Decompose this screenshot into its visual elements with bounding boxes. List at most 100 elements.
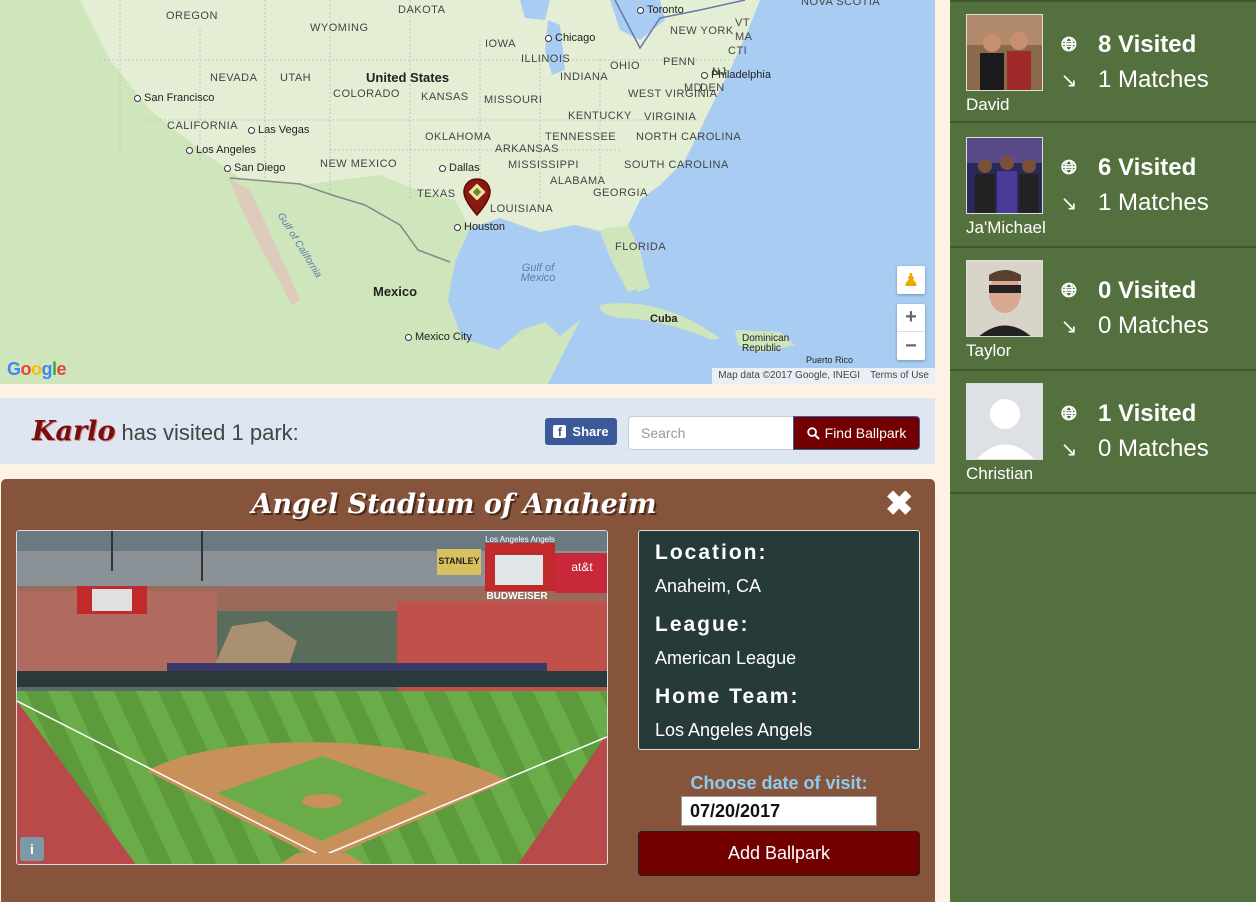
map-label-louisiana: LOUISIANA [490,203,554,215]
home-team-heading: Home Team: [655,685,800,708]
map-city-losangeles: Los Angeles [186,144,256,156]
friend-card[interactable]: Ja'Michael 🌐︎ 6 Visited ↘ 1 Matches [950,125,1256,248]
map-label-texas: TEXAS [417,188,456,200]
close-icon[interactable]: ✖ [885,487,914,521]
map-label-southcarolina: SOUTH CAROLINA [624,159,729,171]
budweiser-sign: BUDWEISER [486,591,548,602]
angels-sign: Los Angeles Angels [485,535,555,544]
visited-count: 1 Visited [1098,400,1197,427]
zoom-out-button[interactable]: − [897,332,925,360]
map-label-penn: PENN [663,56,696,68]
map-label-mexico: Mexico [373,284,418,299]
map-label-nevada: NEVADA [210,72,258,84]
compress-arrows-icon: ↘ [1060,315,1078,338]
google-logo[interactable]: Google [7,359,67,380]
visited-stat: 🌐︎ 6 Visited [1058,154,1196,182]
map-data-credit: Map data ©2017 Google, INEGI [718,370,861,381]
map-city-dallas: Dallas [439,162,480,174]
friend-name: David [966,95,1010,114]
visited-stat: 🌐︎ 1 Visited [1058,400,1196,428]
facebook-share-button[interactable]: f Share [545,418,617,445]
ballpark-photo: STANLEY Los Angeles Angels at&t BUDWEISE… [16,530,608,865]
visit-date-input[interactable] [681,796,877,826]
friend-card[interactable]: Christian 🌐︎ 1 Visited ↘ 0 Matches [950,371,1256,494]
map-label-wyoming: WYOMING [310,22,369,34]
map-label-dakota: DAKOTA [398,4,446,16]
map-label-colorado: COLORADO [333,88,400,100]
map-label-newyork: NEW YORK [670,25,734,37]
friend-card[interactable]: Taylor 🌐︎ 0 Visited ↘ 0 Matches [950,248,1256,371]
photo-info-icon[interactable]: i [20,837,44,861]
map-label-ma: MA [735,31,753,43]
search-icon [806,426,820,440]
league-value: American League [655,648,797,668]
friend-name: Ja'Michael [966,218,1046,237]
map-attribution: Map data ©2017 Google, INEGI Terms of Us… [712,368,935,384]
map-label-us: United States [366,70,450,85]
globe-icon: 🌐︎ [1061,402,1077,425]
visit-summary-banner: Karlohas visited 1 park: f Share Find Ba… [0,398,935,464]
map[interactable]: OREGON WYOMING DAKOTA IOWA NEVADA UTAH C… [0,0,935,384]
avatar[interactable] [966,383,1043,460]
map-city-toronto: Toronto [637,4,684,16]
map-label-cti: CTI [728,45,748,57]
ballpark-search-input[interactable] [628,416,794,450]
map-label-indiana: INDIANA [560,71,609,83]
map-label-cuba: Cuba [650,313,678,325]
compress-arrows-icon: ↘ [1060,69,1078,92]
friend-card[interactable]: David 🌐︎ 8 Visited ↘ 1 Matches [950,0,1256,123]
friend-name: Taylor [966,341,1012,360]
map-label-westvirginia: WEST VIRGINIA [628,88,718,100]
map-city-philadelphia: Philadelphia [701,69,771,81]
globe-icon: 🌐︎ [1061,156,1077,179]
map-label-california: CALIFORNIA [167,120,239,132]
map-label-kansas: KANSAS [421,91,469,103]
location-heading: Location: [655,541,768,564]
map-label-kentucky: KENTUCKY [568,110,632,122]
avatar[interactable] [966,14,1043,91]
map-label-virginia: VIRGINIA [644,111,697,123]
map-label-iowa: IOWA [485,38,516,50]
street-view-pegman-icon[interactable]: ♟ [897,266,925,294]
ballpark-detail-panel: Angel Stadium of Anaheim ✖ STANLEY Los A… [1,479,935,902]
map-label-newmexico: NEW MEXICO [320,158,398,170]
find-ballpark-button[interactable]: Find Ballpark [793,416,920,450]
avatar[interactable] [966,260,1043,337]
map-marker-icon[interactable] [462,177,492,219]
visited-stat: 🌐︎ 0 Visited [1058,277,1196,305]
friend-name: Christian [966,464,1034,483]
matches-stat: ↘ 0 Matches [1058,312,1209,340]
map-label-novascotia: NOVA SCOTIA [801,0,881,8]
map-label-illinois: ILLINOIS [521,53,571,65]
matches-count: 0 Matches [1098,312,1209,339]
friends-sidebar: David 🌐︎ 8 Visited ↘ 1 Matches Ja'Michae… [950,0,1256,902]
ballpark-name: Angel Stadium of Anaheim [251,489,657,520]
map-label-arkansas: ARKANSAS [495,143,559,155]
att-sign: at&t [571,560,593,574]
share-label: Share [572,424,609,439]
map-label-georgia: GEORGIA [593,187,648,199]
matches-count: 0 Matches [1098,435,1209,462]
terms-of-use-link[interactable]: Terms of Use [870,370,929,382]
map-label-tennessee: TENNESSEE [545,131,617,143]
map-city-chicago: Chicago [545,32,595,44]
map-label-utah: UTAH [280,72,312,84]
map-label-vt: VT [735,17,751,29]
map-city-lasvegas: Las Vegas [248,124,309,136]
facebook-icon: f [553,425,567,439]
stanley-sign: STANLEY [438,556,479,566]
matches-count: 1 Matches [1098,189,1209,216]
avatar[interactable] [966,137,1043,214]
map-label-missouri: MISSOURI [484,94,543,106]
map-label-gulf-of-mexico: Gulf of Mexico [520,262,556,284]
matches-stat: ↘ 1 Matches [1058,189,1209,217]
map-label-northcarolina: NORTH CAROLINA [636,131,742,143]
globe-icon: 🌐︎ [1061,279,1077,302]
compress-arrows-icon: ↘ [1060,438,1078,461]
map-label-puerto-rico: Puerto Rico [806,355,854,365]
zoom-in-button[interactable]: + [897,304,925,332]
add-ballpark-button[interactable]: Add Ballpark [638,831,920,876]
stadium-image: STANLEY Los Angeles Angels at&t BUDWEISE… [17,531,607,864]
matches-count: 1 Matches [1098,66,1209,93]
compress-arrows-icon: ↘ [1060,192,1078,215]
